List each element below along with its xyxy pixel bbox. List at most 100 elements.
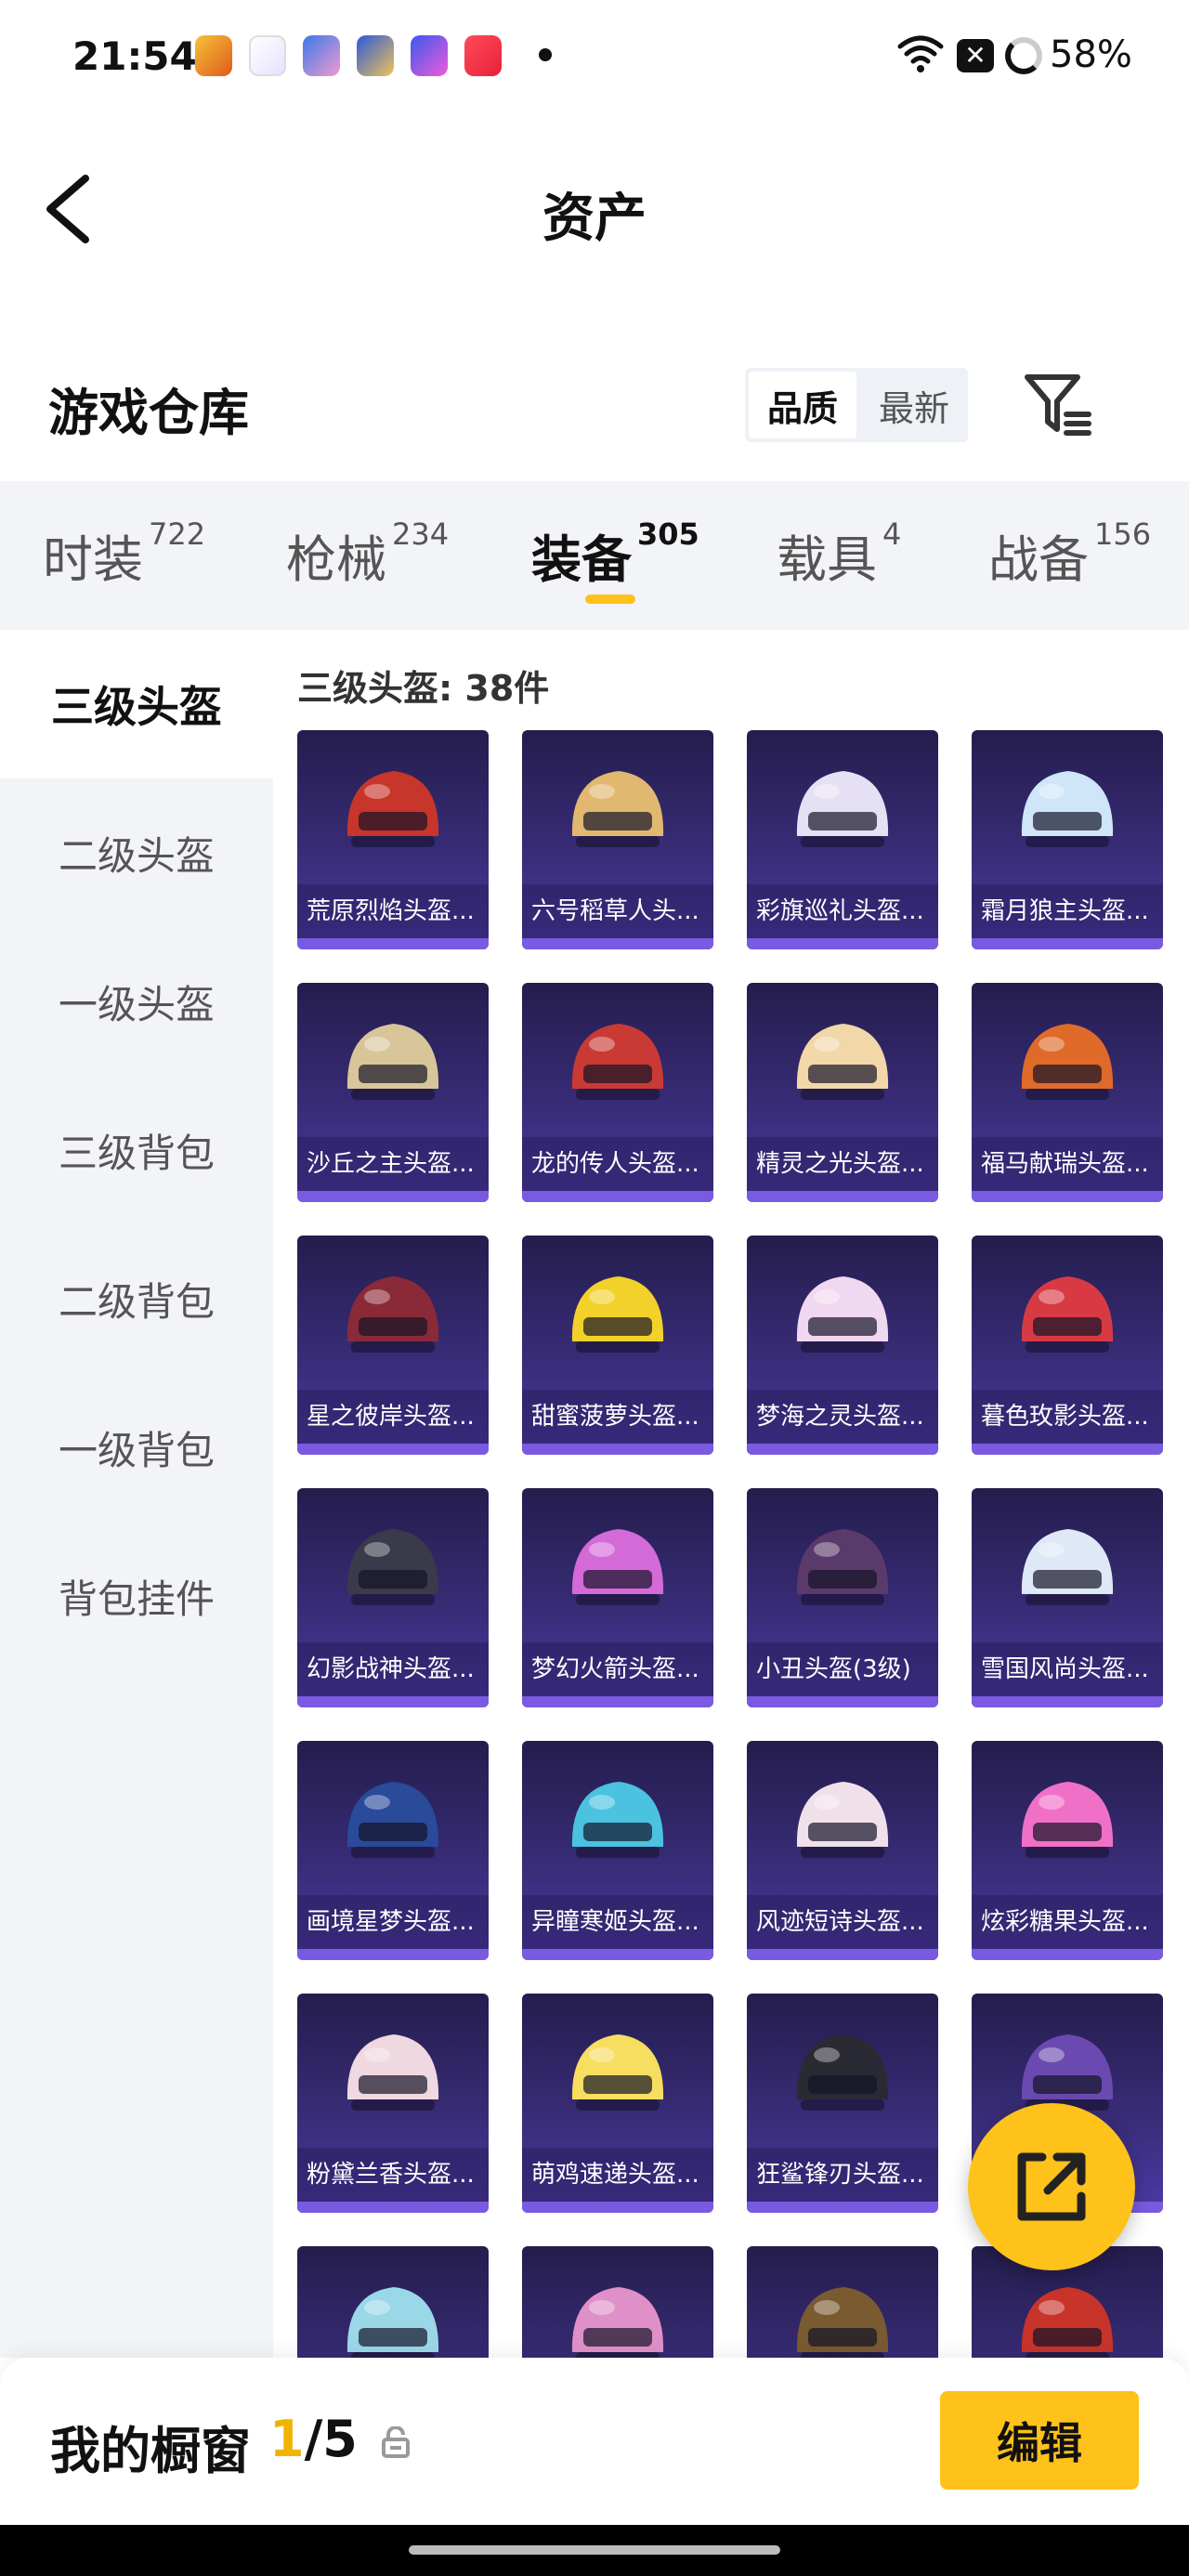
helmet-icon — [571, 771, 664, 847]
sidebar-item-helmet-level1[interactable]: 一级头盔 — [0, 927, 273, 1076]
grid-heading: 三级头盔: 38件 — [297, 668, 550, 709]
filter-icon[interactable] — [1020, 368, 1096, 442]
helmet-icon — [346, 1024, 439, 1100]
item-card-label: 风迹短诗头盔... — [747, 1895, 938, 1949]
tab-firearms[interactable]: 枪械 234 — [286, 517, 449, 592]
item-card-label: 炫彩糖果头盔... — [972, 1895, 1163, 1949]
item-card[interactable]: 画境星梦头盔... — [297, 1741, 489, 1960]
sort-newest-button[interactable]: 最新 — [860, 368, 968, 442]
sidebar-item-helmet-level2[interactable]: 二级头盔 — [0, 778, 273, 927]
status-bar: 21:54 ✕ 58% — [0, 0, 1189, 111]
sidebar-item-backpack-level3[interactable]: 三级背包 — [0, 1076, 273, 1224]
showcase-label: 我的橱窗 — [50, 2422, 251, 2480]
item-card[interactable]: 梦海之灵头盔... — [747, 1236, 938, 1455]
helmet-icon — [1021, 771, 1114, 847]
sidebar-item-backpack-pendant[interactable]: 背包挂件 — [0, 1522, 273, 1670]
edit-button[interactable]: 编辑 — [940, 2391, 1139, 2490]
helmet-icon — [571, 1529, 664, 1605]
item-card[interactable]: 星之彼岸头盔... — [297, 1236, 489, 1455]
item-card[interactable]: 福马献瑞头盔... — [972, 983, 1163, 1202]
item-card[interactable]: 沙丘之主头盔... — [297, 983, 489, 1202]
item-card[interactable]: 风迹短诗头盔... — [747, 1741, 938, 1960]
helmet-icon — [1021, 1024, 1114, 1100]
item-card[interactable]: 异瞳寒姬头盔... — [522, 1741, 713, 1960]
helmet-icon — [796, 1529, 889, 1605]
item-card[interactable]: 粉黛兰香头盔... — [297, 1994, 489, 2213]
item-card[interactable]: 狂鲨锋刃头盔... — [747, 1994, 938, 2213]
tab-fashion[interactable]: 时装 722 — [43, 517, 206, 592]
item-card-label: 粉黛兰香头盔... — [297, 2148, 489, 2202]
tab-label: 战备 — [988, 530, 1089, 589]
item-card[interactable]: 萌鸡速递头盔... — [522, 1994, 713, 2213]
sort-quality-button[interactable]: 品质 — [749, 372, 856, 438]
helmet-icon — [796, 1782, 889, 1858]
game-app-icon — [195, 35, 232, 76]
tab-count: 4 — [882, 517, 902, 552]
puzzle-app-icon — [249, 35, 286, 76]
helmet-icon — [571, 2287, 664, 2358]
item-card[interactable]: 霜月狼主头盔... — [972, 730, 1163, 949]
item-card[interactable]: 甜蜜菠萝头盔... — [522, 1236, 713, 1455]
item-card-label: 暮色玫影头盔... — [972, 1390, 1163, 1444]
helmet-icon — [1021, 2287, 1114, 2358]
item-card[interactable] — [297, 2246, 489, 2358]
tab-count: 722 — [149, 517, 206, 552]
item-card[interactable]: 六号稻草人头... — [522, 730, 713, 949]
sidebar-item-backpack-level2[interactable]: 二级背包 — [0, 1224, 273, 1373]
helmet-icon — [346, 1782, 439, 1858]
showcase-bar: 我的橱窗 1/5 编辑 — [0, 2358, 1189, 2525]
tab-label: 载具 — [777, 530, 877, 589]
item-card-label: 梦幻火箭头盔... — [522, 1642, 713, 1696]
page-title: 资产 — [542, 189, 647, 249]
helmet-icon — [796, 1024, 889, 1100]
helmet-icon — [571, 1276, 664, 1353]
helmet-icon — [1021, 1529, 1114, 1605]
sidebar-item-backpack-level1[interactable]: 一级背包 — [0, 1373, 273, 1522]
warehouse-title: 游戏仓库 — [48, 384, 249, 442]
helmet-icon — [346, 1276, 439, 1353]
showcase-count: 1/5 — [269, 2410, 358, 2468]
helmet-icon — [796, 2287, 889, 2358]
share-button[interactable] — [968, 2103, 1135, 2270]
helmet-icon — [346, 2287, 439, 2358]
item-card-label: 彩旗巡礼头盔... — [747, 884, 938, 938]
tab-vehicles[interactable]: 载具 4 — [777, 517, 902, 592]
item-card[interactable]: 炫彩糖果头盔... — [972, 1741, 1163, 1960]
item-card[interactable]: 精灵之光头盔... — [747, 983, 938, 1202]
item-card-label: 幻影战神头盔... — [297, 1642, 489, 1696]
item-card[interactable]: 暮色玫影头盔... — [972, 1236, 1163, 1455]
item-card[interactable] — [747, 2246, 938, 2358]
item-card[interactable]: 荒原烈焰头盔... — [297, 730, 489, 949]
tab-label: 枪械 — [286, 530, 386, 589]
item-card-label: 雪国风尚头盔... — [972, 1642, 1163, 1696]
helmet-icon — [346, 2034, 439, 2111]
lock-icon[interactable] — [381, 2426, 411, 2458]
star-app-icon — [411, 35, 448, 76]
item-card[interactable]: 小丑头盔(3级) — [747, 1488, 938, 1707]
item-card[interactable]: 龙的传人头盔... — [522, 983, 713, 1202]
helmet-icon — [796, 1276, 889, 1353]
sort-toggle: 品质 最新 — [745, 368, 968, 442]
item-card[interactable]: 幻影战神头盔... — [297, 1488, 489, 1707]
item-card-label: 画境星梦头盔... — [297, 1895, 489, 1949]
helmet-icon — [1021, 1276, 1114, 1353]
item-card-label: 荒原烈焰头盔... — [297, 884, 489, 938]
tab-equipment[interactable]: 装备 305 — [531, 517, 699, 592]
helmet-icon — [346, 771, 439, 847]
item-card[interactable]: 梦幻火箭头盔... — [522, 1488, 713, 1707]
item-card-label: 霜月狼主头盔... — [972, 884, 1163, 938]
item-card-label: 甜蜜菠萝头盔... — [522, 1390, 713, 1444]
item-card[interactable] — [522, 2246, 713, 2358]
item-card[interactable]: 彩旗巡礼头盔... — [747, 730, 938, 949]
tab-count: 156 — [1094, 517, 1152, 552]
home-gesture-handle[interactable] — [409, 2545, 780, 2555]
item-card-label: 小丑头盔(3级) — [747, 1642, 938, 1696]
item-card[interactable]: 雪国风尚头盔... — [972, 1488, 1163, 1707]
helmet-icon — [571, 1024, 664, 1100]
tab-supplies[interactable]: 战备 156 — [988, 517, 1152, 592]
showcase-total: /5 — [304, 2410, 358, 2468]
battery-percent: 58% — [1050, 33, 1132, 76]
sidebar-item-helmet-level3[interactable]: 三级头盔 — [0, 630, 273, 778]
category-tabs: 时装 722 枪械 234 装备 305 载具 4 战备 156 — [0, 481, 1189, 630]
tab-count: 305 — [637, 517, 699, 552]
